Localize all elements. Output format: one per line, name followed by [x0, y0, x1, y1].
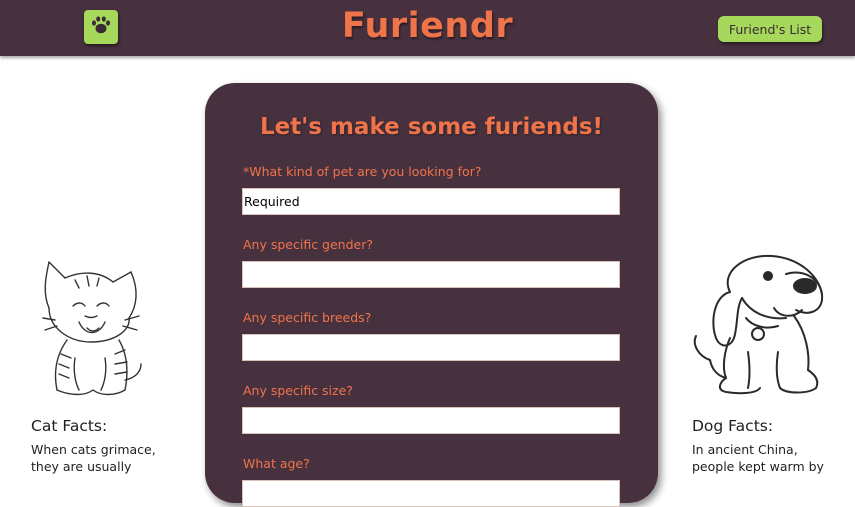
furiends-list-button[interactable]: Furiend's List: [718, 16, 822, 42]
form-heading: Let's make some furiends!: [259, 114, 604, 140]
age-label: What age?: [243, 456, 310, 471]
dog-illustration: [690, 252, 830, 401]
cat-illustration: [35, 250, 145, 404]
gender-label: Any specific gender?: [243, 237, 373, 252]
search-form-card: Let's make some furiends! *What kind of …: [205, 83, 658, 507]
pet-type-label: *What kind of pet are you looking for?: [243, 164, 482, 179]
breeds-input[interactable]: [242, 334, 620, 361]
top-navbar: Furiendr Furiend's List: [0, 0, 855, 56]
age-input[interactable]: [242, 480, 620, 507]
pet-type-input[interactable]: [242, 188, 620, 215]
dog-facts-title: Dog Facts:: [692, 417, 774, 435]
size-input[interactable]: [242, 407, 620, 434]
breeds-label: Any specific breeds?: [243, 310, 372, 325]
cat-facts-title: Cat Facts:: [31, 417, 108, 435]
size-label: Any specific size?: [243, 383, 353, 398]
dog-facts-text: In ancient China, people kept warm by: [692, 442, 824, 474]
gender-input[interactable]: [242, 261, 620, 288]
cat-facts-text: When cats grimace, they are usually: [31, 442, 156, 474]
